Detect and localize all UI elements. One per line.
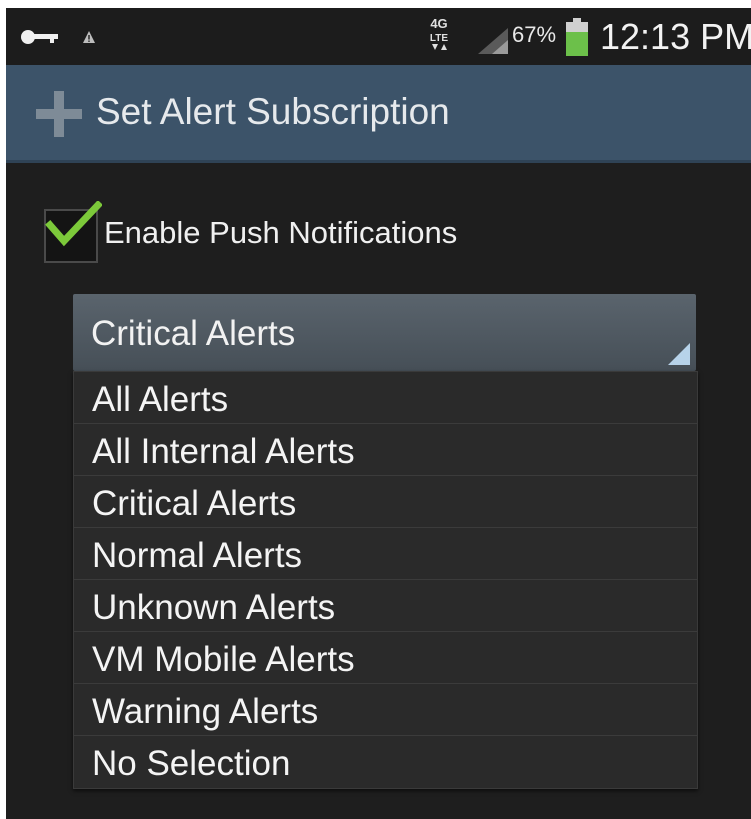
page-title: Set Alert Subscription bbox=[96, 91, 450, 132]
phone-screen: 4G LTE 67% 12:13 PM Set Alert Subscripti… bbox=[6, 8, 751, 819]
dropdown-option-all-internal-alerts[interactable]: All Internal Alerts bbox=[74, 424, 697, 476]
key-icon bbox=[21, 30, 58, 44]
dropdown-arrow-icon bbox=[668, 343, 690, 365]
clock: 12:13 PM bbox=[600, 16, 751, 57]
dropdown-option-warning-alerts[interactable]: Warning Alerts bbox=[74, 684, 697, 736]
dropdown-option-critical-alerts[interactable]: Critical Alerts bbox=[74, 476, 697, 528]
spinner-selected-value: Critical Alerts bbox=[91, 314, 296, 353]
lte-icon: 4G LTE bbox=[424, 16, 454, 52]
dropdown-option-normal-alerts[interactable]: Normal Alerts bbox=[74, 528, 697, 580]
svg-text:LTE: LTE bbox=[430, 33, 448, 44]
status-bar: 4G LTE 67% 12:13 PM bbox=[6, 8, 751, 65]
dropdown-option-no-selection[interactable]: No Selection bbox=[74, 736, 697, 788]
warning-icon bbox=[83, 31, 95, 43]
push-notifications-checkbox[interactable]: Enable Push Notifications bbox=[44, 201, 544, 263]
action-bar: Set Alert Subscription bbox=[6, 65, 751, 163]
checkmark-icon bbox=[45, 201, 102, 247]
plus-icon[interactable] bbox=[34, 89, 84, 139]
dropdown-option-vm-mobile-alerts[interactable]: VM Mobile Alerts bbox=[74, 632, 697, 684]
alert-type-spinner[interactable]: Critical Alerts bbox=[73, 294, 696, 371]
battery-percent: 67% bbox=[512, 22, 557, 47]
dropdown-option-unknown-alerts[interactable]: Unknown Alerts bbox=[74, 580, 697, 632]
signal-icon bbox=[478, 28, 508, 54]
dropdown-option-all-alerts[interactable]: All Alerts bbox=[74, 372, 697, 424]
battery-icon bbox=[566, 18, 588, 56]
checkbox-label: Enable Push Notifications bbox=[104, 215, 458, 250]
alert-type-dropdown-list: All Alerts All Internal Alerts Critical … bbox=[73, 371, 698, 789]
svg-text:4G: 4G bbox=[430, 16, 447, 31]
